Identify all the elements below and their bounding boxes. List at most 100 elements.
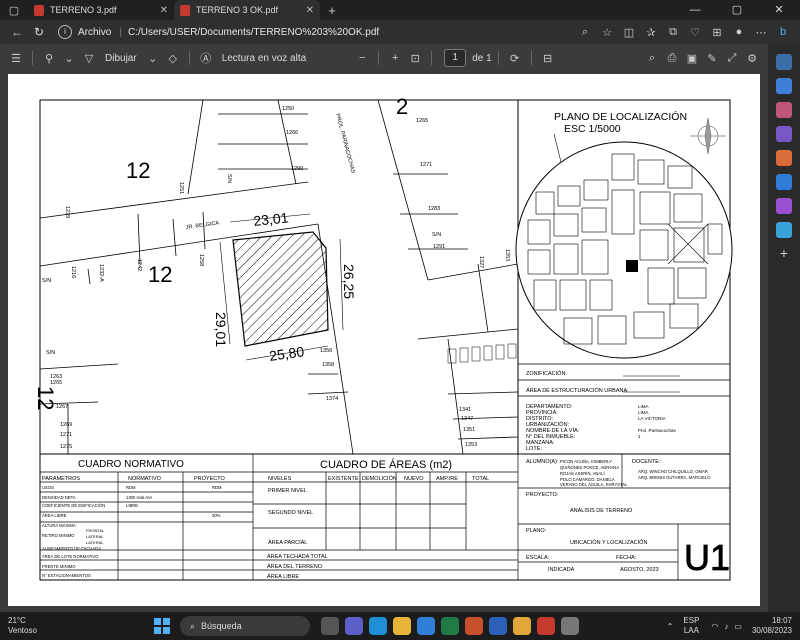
save-icon[interactable]: ▣ [682, 52, 702, 65]
close-tab-icon[interactable]: ✕ [160, 5, 168, 16]
draw-icon[interactable]: ▽ [79, 52, 99, 65]
profile-icon[interactable]: ● [728, 26, 750, 38]
favorites-icon[interactable]: ✰ [640, 26, 662, 39]
start-button[interactable] [154, 618, 170, 634]
collections-icon[interactable]: ⧉ [662, 26, 684, 39]
tab-terreno-3-ok[interactable]: TERRENO 3 OK.pdf ✕ [174, 0, 320, 20]
lot-number: 1353 [465, 442, 477, 448]
teams-icon[interactable] [345, 617, 363, 635]
zoom-out-button[interactable]: − [352, 52, 372, 64]
read-aloud-button[interactable]: Lectura en voz alta [222, 53, 307, 64]
save-as-icon[interactable]: ✎ [702, 52, 722, 65]
print-icon[interactable]: ⎙ [662, 52, 682, 65]
contents-icon[interactable]: ☰ [6, 52, 26, 65]
zoom-in-button[interactable]: + [385, 52, 405, 64]
chevron-down-icon[interactable]: ⌄ [59, 52, 79, 65]
close-window-button[interactable]: ✕ [758, 0, 800, 20]
close-tab-icon[interactable]: ✕ [306, 5, 314, 16]
browser-essentials-icon[interactable]: ♡ [684, 26, 706, 39]
info-icon[interactable]: i [58, 25, 72, 39]
location-plan-title: PLANO DE LOCALIZACIÓN [554, 110, 687, 123]
svg-text:NOMBRE DE LA VÍA:: NOMBRE DE LA VÍA: [526, 427, 580, 434]
settings-icon[interactable]: ⚙ [742, 52, 762, 65]
page-view-icon[interactable]: ⊟ [538, 52, 558, 65]
chevron-down-icon[interactable]: ⌄ [143, 52, 163, 65]
chevron-up-icon[interactable]: ⌃ [667, 622, 674, 631]
zoom-icon[interactable]: ⌕ [574, 26, 596, 39]
search-icon[interactable] [776, 54, 792, 70]
split-screen-icon[interactable]: ◫ [618, 26, 640, 39]
volume-icon[interactable]: ♪ [724, 622, 728, 631]
block-number: 12 [33, 386, 58, 410]
draw-button[interactable]: Dibujar [105, 53, 137, 64]
divider [530, 51, 532, 65]
language-indicator[interactable]: ESP LAA [683, 616, 699, 636]
edge-icon[interactable] [369, 617, 387, 635]
pdf-viewer[interactable]: 23,01 29,01 26,25 25,80 JR. BELGICA PROL… [0, 72, 768, 612]
rotate-icon[interactable]: ⟳ [505, 52, 525, 65]
window-menu-icon[interactable]: ▢ [0, 0, 28, 20]
battery-icon[interactable]: ▭ [734, 622, 742, 631]
task-view-icon[interactable] [321, 617, 339, 635]
add-icon[interactable]: + [776, 246, 792, 262]
svg-text:1: 1 [638, 434, 641, 439]
weather-widget[interactable]: 21°C Ventoso [0, 616, 90, 636]
maximize-button[interactable]: ▢ [716, 0, 758, 20]
fecha-value: AGOSTO, 2023 [620, 567, 659, 573]
designer-icon[interactable] [776, 198, 792, 214]
copilot-icon[interactable]: b [772, 26, 794, 38]
favorite-star-icon[interactable]: ☆ [596, 26, 618, 39]
outlook-icon[interactable] [776, 174, 792, 190]
system-tray: ⌃ ESP LAA ◠ ♪ ▭ 18:07 30/08/2023 [667, 616, 800, 636]
minimize-button[interactable]: — [674, 0, 716, 20]
divider [32, 51, 33, 65]
page-number-input[interactable]: 1 [444, 49, 467, 67]
weather-condition: Ventoso [8, 626, 37, 635]
search-icon[interactable]: ⌕ [642, 52, 662, 65]
new-tab-button[interactable]: + [320, 3, 344, 18]
mail-icon[interactable] [417, 617, 435, 635]
excel-icon[interactable] [441, 617, 459, 635]
back-icon[interactable]: ← [6, 25, 28, 39]
powerpoint-icon[interactable] [465, 617, 483, 635]
reload-icon[interactable]: ↻ [28, 25, 50, 39]
file-explorer-icon[interactable] [393, 617, 411, 635]
pinned-apps [318, 617, 582, 635]
highlight-icon[interactable]: ⚲ [39, 52, 59, 65]
read-aloud-icon[interactable]: Ⓐ [196, 50, 216, 66]
block-number: 2 [396, 94, 408, 119]
drop-icon[interactable] [776, 222, 792, 238]
url-text[interactable]: C:/Users/USER/Documents/TERRENO%203%20OK… [128, 27, 379, 38]
acrobat-icon[interactable] [537, 617, 555, 635]
dimension-left: 29,01 [213, 312, 229, 347]
site-plan-drawing: 23,01 29,01 26,25 25,80 JR. BELGICA PROL… [33, 94, 733, 581]
fullscreen-icon[interactable]: ⤢ [722, 52, 742, 65]
eraser-icon[interactable]: ◇ [163, 52, 183, 65]
shopping-icon[interactable] [776, 78, 792, 94]
games-icon[interactable] [776, 126, 792, 142]
location-plan-scale: ESC 1/5000 [564, 123, 621, 135]
settings-icon[interactable] [561, 617, 579, 635]
taskbar-search[interactable]: ⌕ Búsqueda [180, 616, 310, 636]
chrome-icon[interactable] [513, 617, 531, 635]
office-icon[interactable] [776, 150, 792, 166]
svg-text:FRENTE MINIMO: FRENTE MINIMO [42, 564, 76, 569]
tab-terreno-3[interactable]: TERRENO 3.pdf ✕ [28, 0, 174, 20]
wifi-icon[interactable]: ◠ [711, 622, 718, 631]
tools-icon[interactable] [776, 102, 792, 118]
time: 18:07 [771, 616, 792, 625]
svg-text:LIMA: LIMA [638, 404, 649, 409]
more-icon[interactable]: ⋯ [750, 26, 772, 39]
pdf-file-icon [34, 4, 44, 16]
lot-number: 1271 [60, 432, 72, 438]
svg-text:FRONTAL: FRONTAL [86, 528, 105, 533]
svg-text:DENSIDAD NETA: DENSIDAD NETA [42, 495, 76, 500]
omnibox[interactable]: i Archivo | C:/Users/USER/Documents/TERR… [58, 23, 568, 41]
word-icon[interactable] [489, 617, 507, 635]
svg-text:ÁREA PARCIAL: ÁREA PARCIAL [268, 539, 307, 546]
sn-label: S/N [42, 278, 51, 284]
clock[interactable]: 18:07 30/08/2023 [752, 616, 792, 636]
extensions-icon[interactable]: ⊞ [706, 26, 728, 39]
fit-page-icon[interactable]: ⊡ [405, 52, 425, 65]
area-estructuracion-label: ÁREA DE ESTRUCTURACIÓN URBANA: [526, 387, 629, 394]
